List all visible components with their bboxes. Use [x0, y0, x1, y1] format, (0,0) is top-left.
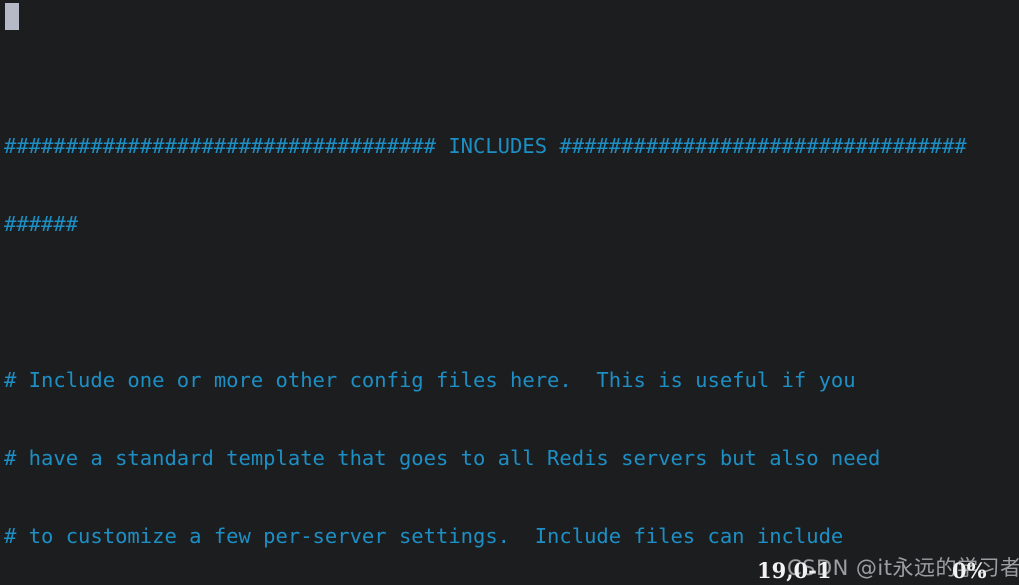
buffer-line: # Include one or more other config files… [4, 368, 856, 392]
cursor-position-ruler: 19,0-1 [757, 558, 832, 583]
vim-text-buffer[interactable]: ################################### INCL… [0, 0, 1019, 585]
buffer-line: # have a standard template that goes to … [4, 446, 881, 470]
vim-statusline: 19,0-1 0% [0, 555, 1019, 585]
scroll-percent-indicator: 0% [952, 558, 987, 583]
buffer-line: ################################### INCL… [4, 134, 967, 158]
block-cursor [5, 3, 19, 30]
buffer-line: # to customize a few per-server settings… [4, 524, 844, 548]
buffer-line: ###### [4, 212, 79, 236]
buffer-line [4, 289, 1019, 315]
buffer-line [4, 55, 1019, 81]
terminal-window: ################################### INCL… [0, 0, 1019, 585]
